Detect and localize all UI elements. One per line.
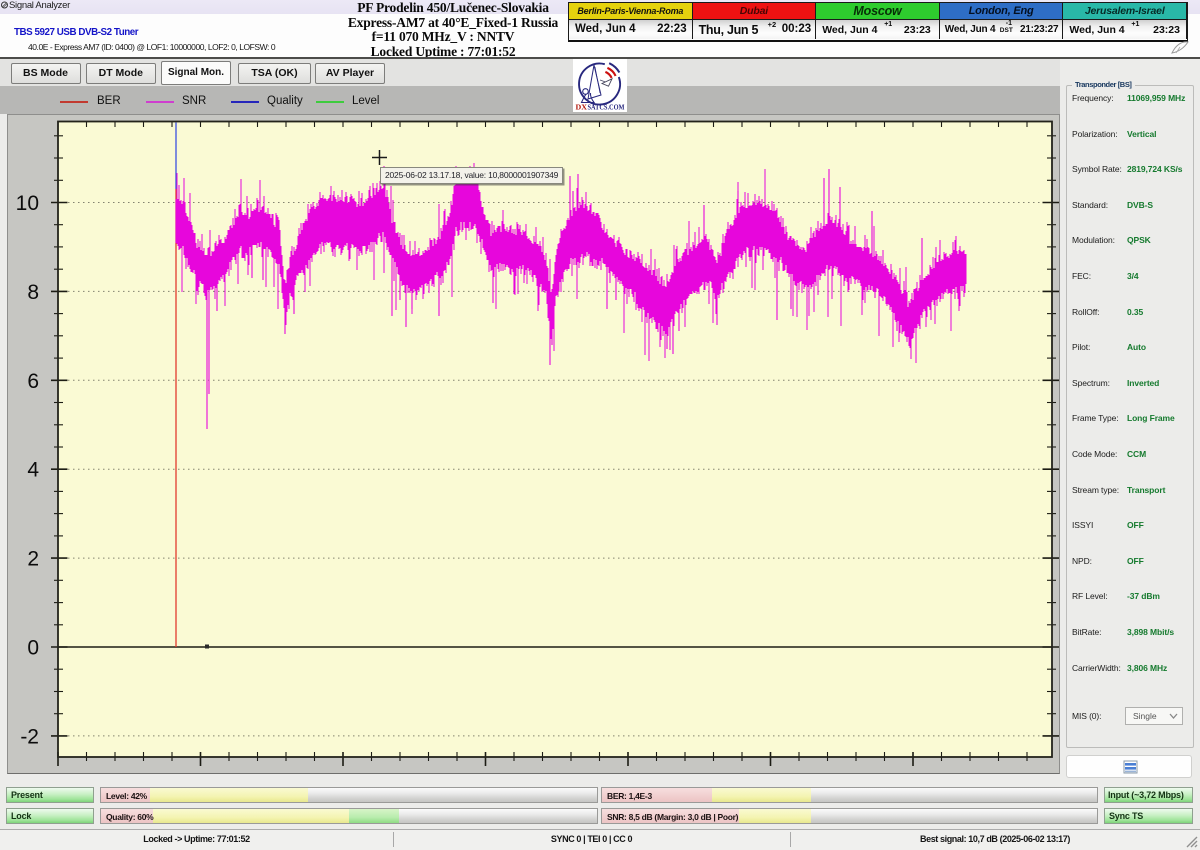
svg-text:4: 4 [27, 459, 39, 482]
svg-text:10: 10 [16, 192, 39, 215]
svg-text:-2: -2 [20, 725, 39, 748]
svg-text:8: 8 [27, 281, 39, 304]
svg-text:0: 0 [27, 637, 39, 660]
svg-text:6: 6 [27, 370, 39, 393]
svg-text:DX: DX [576, 103, 588, 112]
svg-text:SATCS.COM: SATCS.COM [588, 103, 625, 112]
svg-text:2: 2 [27, 548, 39, 571]
